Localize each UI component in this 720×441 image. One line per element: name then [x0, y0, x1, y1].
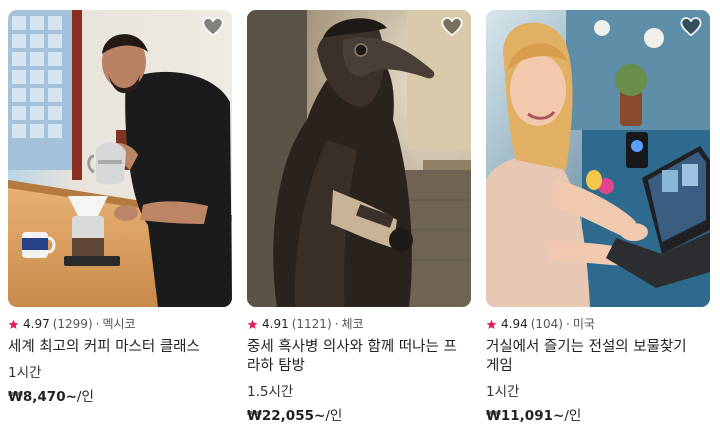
rating-row: 4.91 (1121) · 체코: [247, 316, 471, 332]
woman-at-laptop-photo: [486, 10, 710, 307]
rating-value: 4.94: [501, 317, 528, 331]
experience-title[interactable]: 중세 흑사병 의사와 함께 떠나는 프라하 탐방: [247, 338, 465, 376]
experience-price: ₩8,470~/인: [8, 388, 232, 406]
experience-card[interactable]: 4.94 (104) · 미국 거실에서 즐기는 전설의 보물찾기 게임 1시간…: [486, 10, 710, 425]
experience-photo[interactable]: [247, 10, 471, 307]
experience-duration: 1시간: [8, 365, 42, 381]
separator-dot: ·: [334, 317, 339, 331]
experience-duration: 1.5시간: [247, 384, 294, 400]
country-label: 미국: [572, 317, 595, 331]
review-count: (104): [530, 317, 563, 331]
rating-value: 4.97: [23, 317, 50, 331]
price-amount: ₩11,091~: [486, 408, 565, 424]
experience-card[interactable]: 4.97 (1299) · 멕시코 세계 최고의 커피 마스터 클래스 1시간 …: [8, 10, 232, 406]
price-unit: /인: [325, 408, 343, 424]
experience-duration: 1시간: [486, 384, 520, 400]
experience-photo[interactable]: [8, 10, 232, 307]
experience-photo[interactable]: [486, 10, 710, 307]
rating-row: 4.94 (104) · 미국: [486, 316, 710, 332]
price-unit: /인: [76, 389, 94, 405]
experience-price: ₩11,091~/인: [486, 407, 710, 425]
review-count: (1121): [291, 317, 332, 331]
experience-card[interactable]: 4.91 (1121) · 체코 중세 흑사병 의사와 함께 떠나는 프라하 탐…: [247, 10, 471, 425]
separator-dot: ·: [95, 317, 100, 331]
price-amount: ₩22,055~: [247, 408, 326, 424]
country-label: 체코: [341, 317, 364, 331]
star-icon: [8, 319, 19, 329]
separator-dot: ·: [566, 317, 570, 331]
country-label: 멕시코: [102, 317, 136, 331]
star-icon: [486, 319, 497, 329]
price-amount: ₩8,470~: [8, 389, 77, 405]
heart-icon[interactable]: [202, 16, 224, 38]
rating-row: 4.97 (1299) · 멕시코: [8, 316, 232, 332]
rating-value: 4.91: [262, 317, 289, 331]
barista-pouring-coffee-photo: [8, 10, 232, 307]
experience-title[interactable]: 세계 최고의 커피 마스터 클래스: [8, 338, 226, 357]
heart-icon[interactable]: [680, 16, 702, 38]
review-count: (1299): [52, 317, 93, 331]
star-icon: [247, 319, 258, 329]
experience-title[interactable]: 거실에서 즐기는 전설의 보물찾기 게임: [486, 338, 704, 376]
heart-icon[interactable]: [441, 16, 463, 38]
plague-doctor-costume-photo: [247, 10, 471, 307]
price-unit: /인: [564, 408, 582, 424]
experience-price: ₩22,055~/인: [247, 407, 471, 425]
